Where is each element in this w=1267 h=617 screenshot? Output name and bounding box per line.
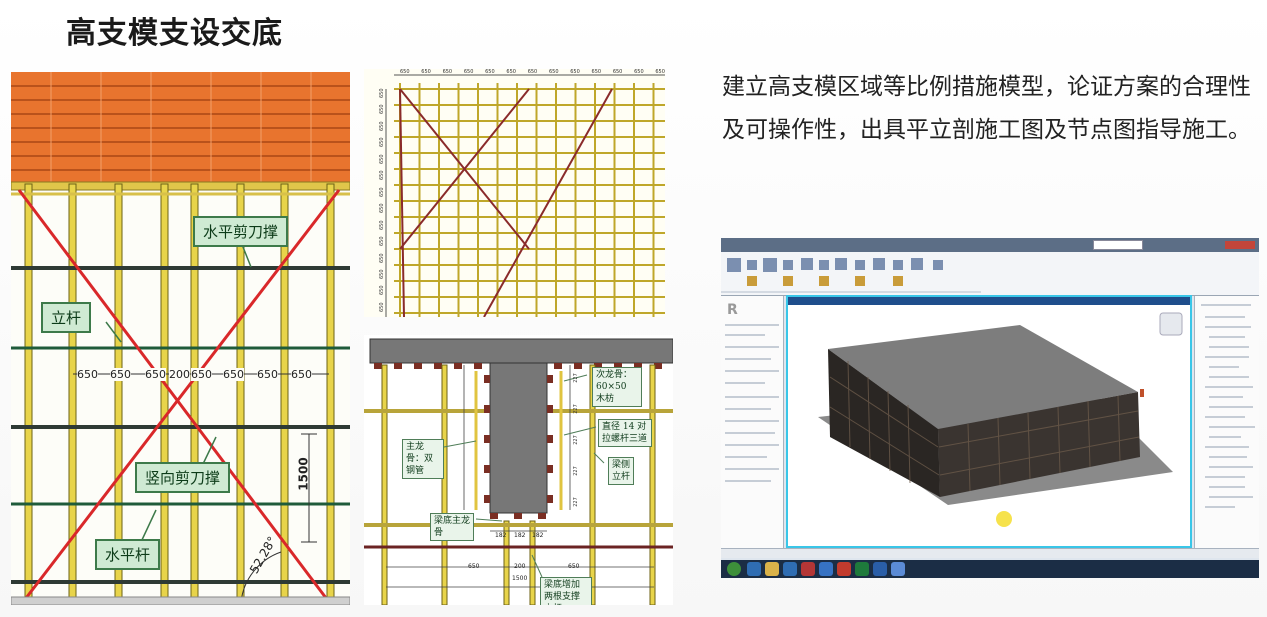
- plan-side-dim: 650: [379, 302, 385, 312]
- dim-bottom-c: 182: [532, 532, 544, 539]
- dim-span-right: 650: [568, 563, 580, 570]
- beam-vertical-dim: 227: [572, 404, 579, 414]
- plan-side-dims: 650 650 650 650 650 650 650 650 650 650 650 650 650 6…: [378, 88, 386, 312]
- label-upright: 立杆: [41, 302, 92, 333]
- plan-drawing: [364, 69, 665, 317]
- view-cube: [1159, 312, 1183, 336]
- dim-5: 650: [191, 368, 212, 381]
- dim-8: 650: [291, 368, 312, 381]
- dim-7: 650: [257, 368, 278, 381]
- revit-ribbon: [721, 252, 1259, 296]
- revit-window-controls: [1225, 241, 1255, 249]
- revit-status-bar: [721, 548, 1259, 558]
- dim-bottom-b: 182: [514, 532, 526, 539]
- beam-vertical-dims: 227 227 227 227 227: [571, 373, 581, 507]
- dim-2: 650: [110, 368, 131, 381]
- plan-diagram: 650 650 650 650 650 650 650 650 650 650 650 650 650 …: [364, 69, 665, 317]
- revit-properties-panel: R: [721, 296, 784, 554]
- label-secondary-joist: 次龙骨：60×50 木枋: [592, 367, 642, 407]
- start-icon[interactable]: [727, 562, 741, 576]
- label-main-joist: 主龙骨：双钢管: [402, 439, 444, 479]
- revit-project-browser: [1194, 296, 1259, 554]
- plan-side-dim: 650: [379, 121, 385, 131]
- beam-vertical-dim: 227: [572, 466, 579, 476]
- plan-side-dim: 650: [379, 88, 385, 98]
- label-horizontal-bar: 水平杆: [95, 539, 161, 570]
- dim-span-left: 650: [468, 563, 480, 570]
- slide-description: 建立高支模区域等比例措施模型，论证方案的合理性及可操作性，出具平立剖施工图及节点…: [722, 74, 1251, 143]
- plan-top-dim: 650: [506, 69, 516, 75]
- revit-title-bar: [721, 238, 1259, 252]
- taskbar-app-icon[interactable]: [837, 562, 851, 576]
- plan-side-dim: 650: [379, 203, 385, 214]
- scaffold-model: [788, 297, 1190, 527]
- label-beam-bottom-main: 梁底主龙骨: [430, 513, 474, 541]
- label-tie-bolt: 直径 14 对拉螺杆三道: [598, 419, 652, 447]
- plan-top-dim: 650: [421, 69, 431, 75]
- dim-4: 200: [169, 368, 190, 381]
- plan-side-dim: 650: [379, 170, 385, 181]
- plan-side-dim: 650: [379, 220, 385, 230]
- dim-height: 1500: [296, 457, 311, 491]
- plan-side-dim: 650: [379, 285, 385, 296]
- revit-3d-view[interactable]: [786, 295, 1192, 548]
- plan-side-dim: 650: [379, 187, 385, 197]
- beam-vertical-dim: 227: [572, 435, 579, 445]
- scissor-braces: [17, 189, 341, 603]
- plan-top-dim: 650: [548, 69, 559, 75]
- dim-3: 650: [145, 368, 166, 381]
- plan-side-dim: 650: [379, 154, 385, 164]
- taskbar-app-icon[interactable]: [855, 562, 869, 576]
- revit-search-box: [1093, 240, 1143, 250]
- revit-logo: R: [727, 302, 738, 318]
- plan-side-dim: 650: [379, 252, 385, 263]
- label-beam-bottom-support: 梁底增加两根支撑立杆: [540, 577, 592, 605]
- elevation-diagram: 水平剪刀撑 立杆 竖向剪刀撑 水平杆 650 650 650 200 650 6…: [11, 72, 350, 605]
- beam-section-diagram: 次龙骨：60×50 木枋 直径 14 对拉螺杆三道 主龙骨：双钢管 梁侧立杆 梁…: [364, 335, 673, 605]
- dim-total: 1500: [512, 575, 528, 582]
- taskbar-app-icon[interactable]: [783, 562, 797, 576]
- taskbar-app-icon[interactable]: [891, 562, 905, 576]
- beam-vertical-dim: 227: [572, 497, 579, 507]
- label-vertical-brace: 竖向剪刀撑: [135, 462, 231, 493]
- taskbar-app-icon[interactable]: [801, 562, 815, 576]
- folder-icon[interactable]: [765, 562, 779, 576]
- beam-vertical-dim: 227: [572, 373, 579, 383]
- plan-top-dim: 650: [655, 69, 665, 75]
- plan-top-dim: 650: [442, 69, 453, 75]
- slide-title: 高支模支设交底: [66, 16, 283, 51]
- taskbar-app-icon[interactable]: [819, 562, 833, 576]
- plan-top-dim: 650: [527, 69, 538, 75]
- taskbar-app-icon[interactable]: [747, 562, 761, 576]
- windows-taskbar: [721, 560, 1259, 578]
- upright-poles: [24, 183, 335, 605]
- label-beam-side-pole: 梁侧立杆: [608, 457, 634, 485]
- dim-6: 650: [223, 368, 244, 381]
- plan-top-dim: 650: [570, 69, 580, 75]
- revit-screenshot: R: [721, 238, 1259, 578]
- label-horizontal-brace: 水平剪刀撑: [193, 216, 289, 247]
- plan-side-dim: 650: [379, 104, 385, 115]
- taskbar-app-icon[interactable]: [873, 562, 887, 576]
- dim-bottom-a: 182: [495, 532, 507, 539]
- plan-side-dim: 650: [379, 269, 385, 279]
- plan-top-dims: 650 650 650 650 650 650 650 650 650 650 650 650 650: [400, 69, 665, 77]
- elevation-drawing: [11, 72, 350, 605]
- plan-top-dim: 650: [400, 69, 410, 75]
- plan-top-dim: 650: [634, 69, 644, 75]
- slide-canvas: 高支模支设交底 水平剪刀撑 立杆 竖向剪刀撑 水平杆 650 650 650 2…: [0, 0, 1267, 617]
- plan-top-dim: 650: [591, 69, 602, 75]
- dim-1: 650: [77, 368, 98, 381]
- dim-span-mid: 200: [514, 563, 526, 570]
- plan-side-dim: 650: [379, 137, 385, 148]
- plan-top-dim: 650: [612, 69, 623, 75]
- plan-side-dim: 650: [379, 236, 385, 247]
- plan-top-dim: 650: [463, 69, 474, 75]
- plan-top-dim: 650: [485, 69, 495, 75]
